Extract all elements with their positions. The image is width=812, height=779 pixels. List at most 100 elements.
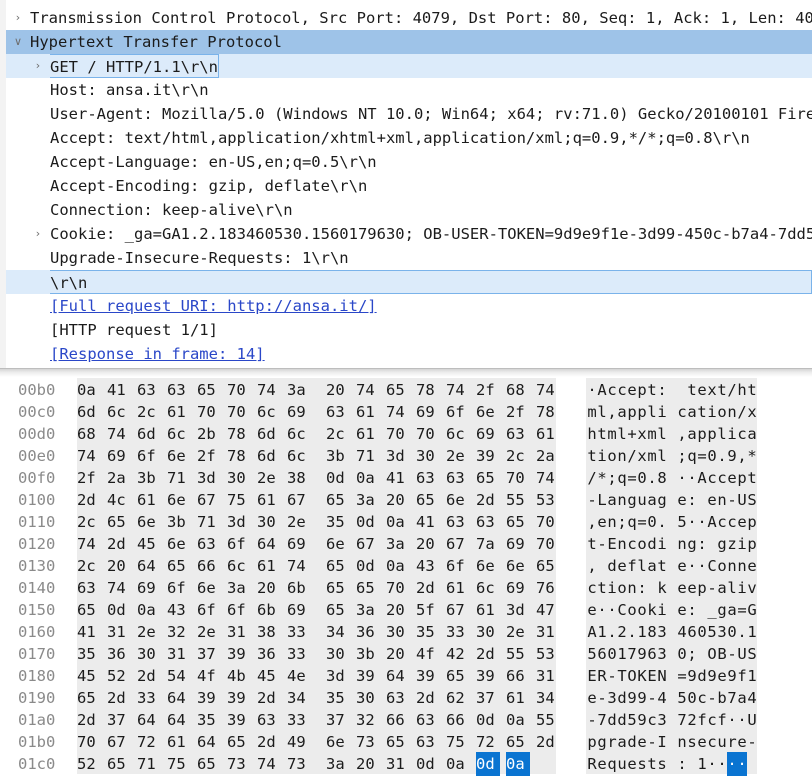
hex-byte[interactable]: 69 <box>287 598 311 622</box>
hex-byte[interactable]: 31 <box>167 642 191 666</box>
ascii-char[interactable]: e <box>707 488 717 512</box>
ascii-char[interactable]: R <box>587 752 597 776</box>
hex-byte[interactable]: 0a <box>77 378 101 402</box>
ascii-char[interactable]: e <box>677 576 687 600</box>
hex-byte[interactable]: 65 <box>197 378 221 402</box>
hex-byte[interactable]: 65 <box>197 752 221 776</box>
chevron-down-icon[interactable]: ∨ <box>12 30 24 54</box>
hex-byte[interactable]: 2e <box>446 444 470 468</box>
hex-byte[interactable]: 75 <box>446 730 470 754</box>
hex-byte[interactable]: 0d <box>356 510 380 534</box>
ascii-char[interactable]: C <box>707 554 717 578</box>
hex-byte[interactable]: 6e <box>476 554 500 578</box>
hex-byte[interactable]: 6e <box>326 730 350 754</box>
ascii-char[interactable]: · <box>697 554 707 578</box>
hex-byte[interactable]: 6f <box>227 532 251 556</box>
hex-byte[interactable]: 3d <box>326 664 350 688</box>
ascii-char[interactable]: n <box>677 532 687 556</box>
hex-byte[interactable]: 65 <box>107 752 131 776</box>
ascii-char[interactable]: x <box>637 422 647 446</box>
hex-byte[interactable]: 37 <box>107 708 131 732</box>
hex-byte[interactable]: 66 <box>197 554 221 578</box>
ascii-char[interactable]: f <box>627 554 637 578</box>
ascii-char[interactable]: 0 <box>677 642 687 666</box>
hex-byte[interactable]: 3a <box>386 532 410 556</box>
ascii-char[interactable]: o <box>717 554 727 578</box>
hex-byte[interactable]: 37 <box>326 708 350 732</box>
hex-byte[interactable]: 63 <box>446 466 470 490</box>
ascii-char[interactable]: d <box>627 730 637 754</box>
ascii-char[interactable]: t <box>717 378 727 402</box>
ascii-char[interactable]: 0 <box>707 444 717 468</box>
hex-byte[interactable]: 69 <box>416 400 440 424</box>
hex-byte[interactable]: 6e <box>167 444 191 468</box>
hex-byte[interactable]: 6d <box>77 400 101 424</box>
ascii-char[interactable]: a <box>647 554 657 578</box>
ascii-char[interactable]: p <box>587 730 597 754</box>
ascii-char[interactable]: l <box>717 422 727 446</box>
ascii-char[interactable]: p <box>707 422 717 446</box>
hex-byte[interactable]: 65 <box>536 554 560 578</box>
ascii-char[interactable]: A <box>707 510 717 534</box>
ascii-char[interactable]: 4 <box>747 686 757 710</box>
hex-byte[interactable]: 39 <box>356 664 380 688</box>
hex-byte[interactable]: 2a <box>536 444 560 468</box>
hex-byte[interactable]: 35 <box>77 642 101 666</box>
hex-byte[interactable]: 31 <box>386 752 410 776</box>
ascii-char[interactable]: i <box>607 576 617 600</box>
ascii-char[interactable]: O <box>707 642 717 666</box>
hex-byte[interactable]: 6d <box>137 422 161 446</box>
hex-byte[interactable]: 76 <box>536 576 560 600</box>
ascii-char[interactable]: e <box>677 554 687 578</box>
hex-byte[interactable]: 6f <box>167 576 191 600</box>
ascii-char[interactable]: 2 <box>617 620 627 644</box>
hex-byte[interactable]: 0a <box>506 708 530 732</box>
ascii-char[interactable]: m <box>587 400 597 424</box>
ascii-char[interactable]: n <box>677 730 687 754</box>
ascii-char[interactable]: i <box>657 598 667 622</box>
hex-byte[interactable]: 39 <box>476 664 500 688</box>
ascii-char[interactable]: e <box>587 686 597 710</box>
ascii-char[interactable]: 1 <box>747 664 757 688</box>
ascii-char[interactable]: : <box>637 576 647 600</box>
hex-byte[interactable]: 53 <box>536 642 560 666</box>
ascii-char[interactable]: i <box>737 532 747 556</box>
ascii-char[interactable]: 5 <box>587 642 597 666</box>
ascii-char[interactable]: d <box>617 686 627 710</box>
ascii-char[interactable]: p <box>697 422 707 446</box>
hex-byte[interactable]: 69 <box>287 532 311 556</box>
ascii-char[interactable]: f <box>737 664 747 688</box>
ascii-char[interactable]: / <box>727 378 737 402</box>
hex-byte[interactable]: 61 <box>536 422 560 446</box>
ascii-char[interactable]: p <box>627 400 637 424</box>
hex-byte[interactable]: 65 <box>167 554 191 578</box>
tree-row[interactable]: [Response in frame: 14] <box>0 342 812 366</box>
hex-byte[interactable]: 70 <box>536 532 560 556</box>
ascii-char[interactable]: l <box>597 400 607 424</box>
hex-byte[interactable]: 31 <box>536 620 560 644</box>
hex-byte[interactable]: 63 <box>197 532 221 556</box>
hex-byte[interactable]: 66 <box>446 708 470 732</box>
ascii-char[interactable]: c <box>647 708 657 732</box>
ascii-char[interactable]: r <box>607 730 617 754</box>
ascii-char[interactable]: a <box>617 730 627 754</box>
ascii-char[interactable] <box>707 532 717 556</box>
tree-row[interactable]: Accept-Encoding: gzip, deflate\r\n <box>0 174 812 198</box>
ascii-char[interactable]: t <box>587 532 597 556</box>
ascii-char[interactable]: - <box>647 730 657 754</box>
hex-byte[interactable]: 65 <box>326 598 350 622</box>
hex-byte[interactable]: 63 <box>326 400 350 424</box>
hex-byte[interactable]: 63 <box>416 708 440 732</box>
hex-byte[interactable]: 70 <box>227 400 251 424</box>
hex-byte[interactable]: 67 <box>446 598 470 622</box>
hex-byte[interactable]: 3d <box>227 510 251 534</box>
ascii-char[interactable]: 5 <box>707 620 717 644</box>
hex-byte[interactable]: 38 <box>287 466 311 490</box>
chevron-right-icon[interactable]: › <box>12 6 24 30</box>
ascii-char[interactable]: 7 <box>677 708 687 732</box>
ascii-char[interactable]: = <box>697 444 707 468</box>
hex-byte[interactable]: 70 <box>416 422 440 446</box>
hex-byte[interactable]: 30 <box>356 686 380 710</box>
tree-row-label[interactable]: [Full request URI: http://ansa.it/] <box>50 294 377 318</box>
ascii-char[interactable]: e <box>747 554 757 578</box>
